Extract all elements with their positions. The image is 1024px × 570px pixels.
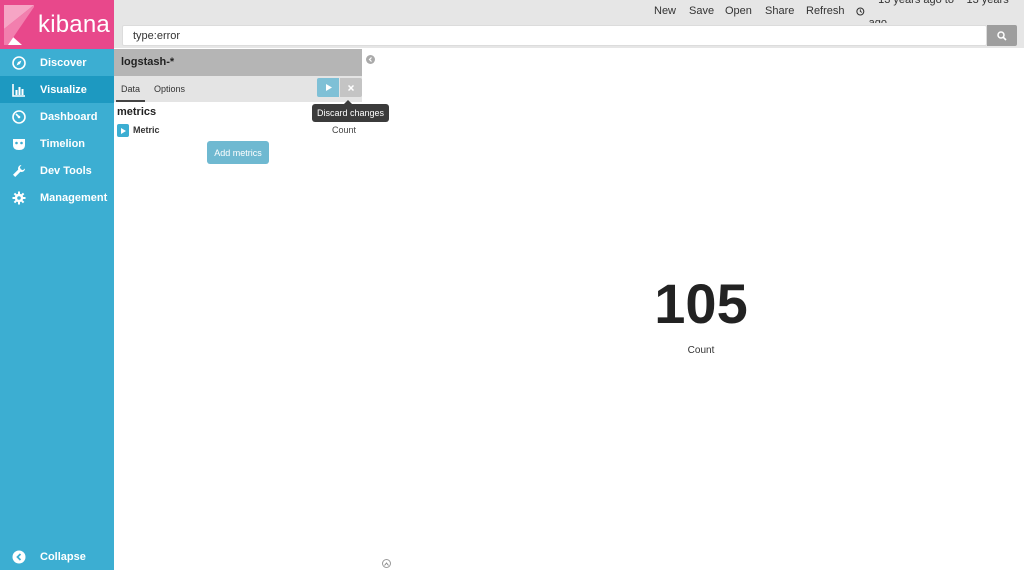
sidebar-item-management[interactable]: Management: [0, 184, 114, 211]
search-input[interactable]: [122, 25, 987, 46]
metrics-heading: metrics: [117, 106, 157, 118]
refresh-button[interactable]: Refresh: [806, 0, 845, 23]
metric-agg-description: Count: [332, 125, 357, 135]
share-button[interactable]: Share: [765, 0, 794, 23]
index-pattern-title: logstash-*: [114, 49, 362, 76]
search-icon: [997, 30, 1007, 41]
new-button[interactable]: New: [654, 0, 676, 23]
sidebar-item-label: Dev Tools: [40, 164, 92, 177]
query-bar: [114, 23, 1024, 48]
discard-changes-tooltip: Discard changes: [312, 104, 390, 122]
play-icon: [325, 84, 332, 91]
timelion-mask-icon: [12, 137, 26, 151]
wrench-icon: [12, 164, 26, 178]
main-sidebar: kibana Discover Visualize Dashboard Time: [0, 0, 114, 570]
metric-value: 105: [654, 272, 748, 335]
gauge-icon: [12, 109, 26, 124]
sidebar-item-dev-tools[interactable]: Dev Tools: [0, 157, 114, 184]
sidebar-item-discover[interactable]: Discover: [0, 49, 114, 76]
sidebar-item-label: Management: [40, 191, 108, 204]
sidebar-item-label: Timelion: [40, 137, 86, 150]
kibana-logo[interactable]: kibana: [0, 0, 114, 49]
sidebar-item-dashboard[interactable]: Dashboard: [0, 103, 114, 130]
search-submit-button[interactable]: [987, 25, 1017, 46]
chevron-left-circle-icon: [12, 550, 26, 564]
caret-right-icon: [120, 127, 126, 134]
tab-data[interactable]: Data: [116, 76, 146, 102]
metric-expand-toggle[interactable]: [117, 124, 129, 137]
tab-options[interactable]: Options: [151, 76, 188, 102]
editor-tabs: Data Options: [114, 76, 362, 102]
sidebar-item-timelion[interactable]: Timelion: [0, 130, 114, 157]
compass-icon: [12, 55, 26, 70]
sidebar-item-visualize[interactable]: Visualize: [0, 76, 114, 103]
metric-agg-label: Metric: [133, 125, 160, 135]
metric-agg-row: Metric Count: [117, 124, 362, 138]
metric-label: Count: [687, 345, 715, 356]
gear-icon: [12, 191, 26, 205]
discard-changes-button[interactable]: [340, 78, 362, 97]
kibana-brand-name: kibana: [38, 10, 110, 38]
open-button[interactable]: Open: [725, 0, 752, 23]
kibana-logo-icon: [4, 4, 34, 45]
chevron-left-icon: [368, 57, 372, 62]
bar-chart-icon: [12, 83, 26, 97]
toggle-spy-panel-button[interactable]: [382, 559, 391, 568]
kibana-app: kibana Discover Visualize Dashboard Time: [0, 0, 1024, 570]
sidebar-item-label: Visualize: [40, 83, 87, 96]
sidebar-collapse-button[interactable]: Collapse: [0, 543, 114, 570]
save-button[interactable]: Save: [689, 0, 714, 23]
time-picker-button[interactable]: ~ 13 years ago to ~ 13 years ago: [856, 0, 1024, 29]
top-nav: New Save Open Share Refresh ~ 13 years a…: [114, 0, 1024, 29]
clock-icon: [856, 7, 865, 16]
apply-changes-button[interactable]: [317, 78, 339, 97]
close-icon: [348, 84, 354, 91]
chevron-up-icon: [384, 561, 389, 566]
sidebar-item-label: Discover: [40, 56, 87, 69]
add-metrics-button[interactable]: Add metrics: [207, 141, 269, 164]
sidebar-item-label: Dashboard: [40, 110, 98, 123]
sidebar-collapse-label: Collapse: [40, 550, 86, 563]
collapse-editor-button[interactable]: [366, 55, 375, 64]
